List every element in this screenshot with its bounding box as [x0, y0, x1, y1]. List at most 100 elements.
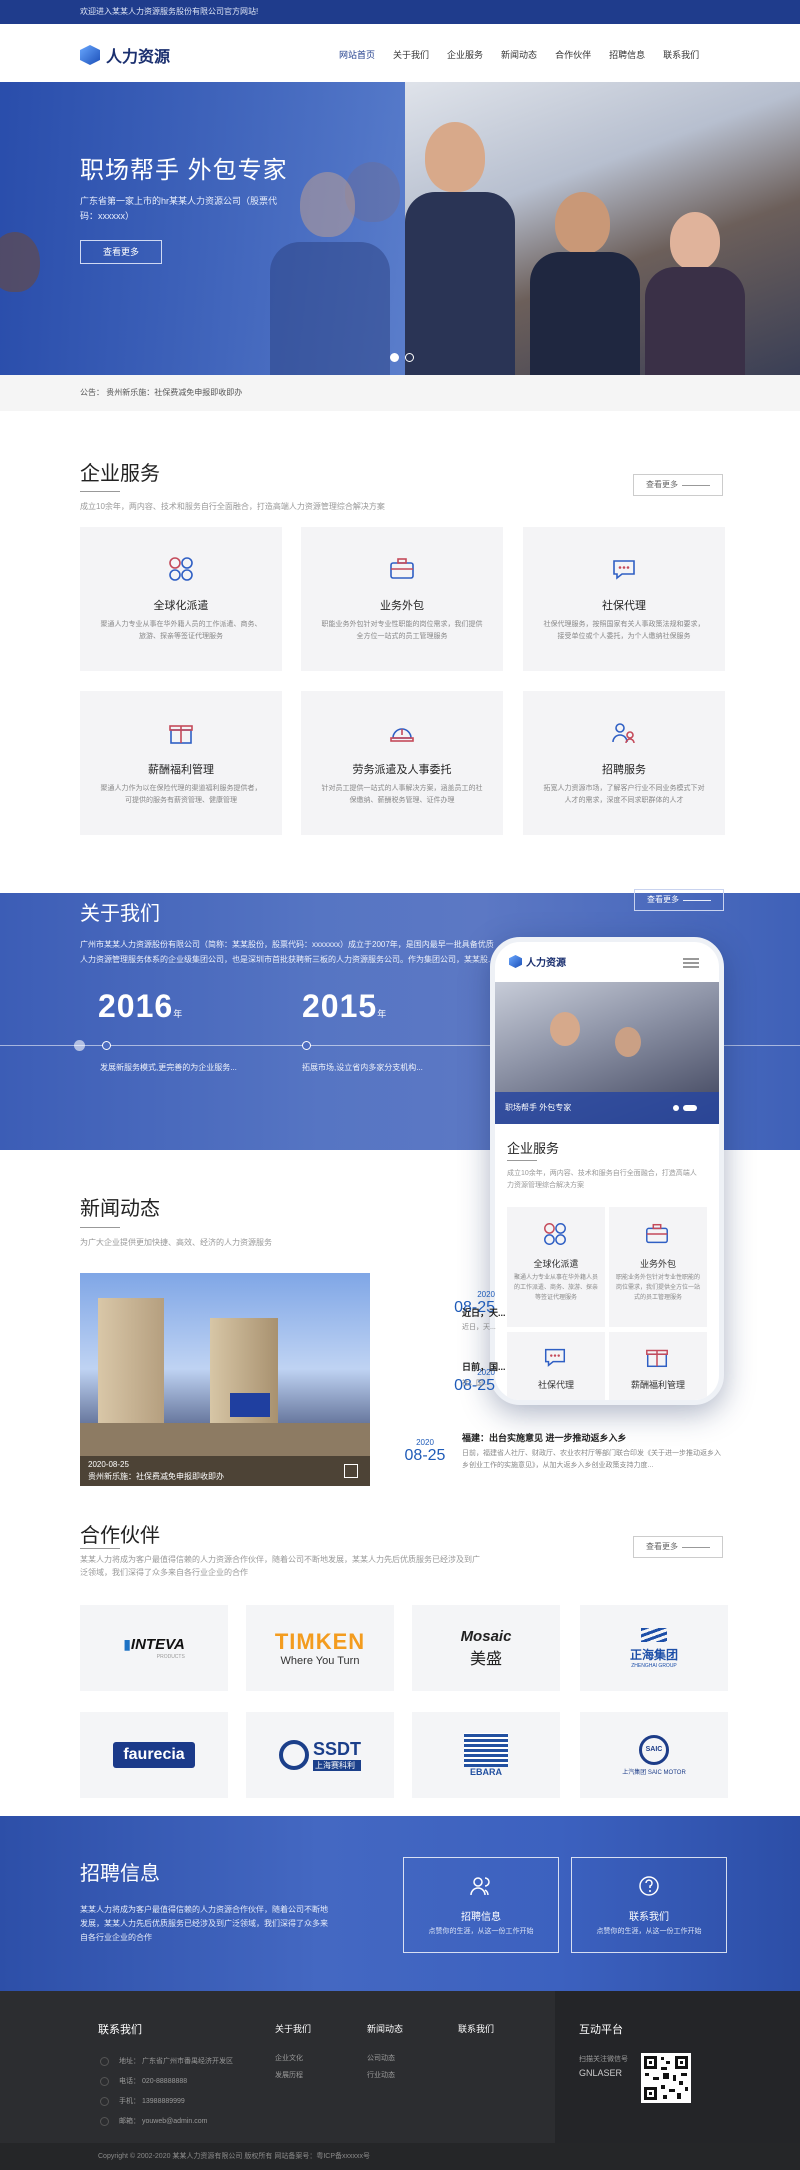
carousel-dot-1[interactable]	[673, 1105, 679, 1111]
notice-label: 公告：	[80, 388, 104, 397]
recruit-title: 招聘信息	[80, 1863, 160, 1885]
nav-services[interactable]: 企业服务	[438, 42, 492, 68]
news-item-desc: 社，国...	[462, 1380, 489, 1387]
timeline-dot[interactable]	[302, 1041, 311, 1050]
service-card[interactable]: 业务外包 职能业务外包针对专业性职能的岗位需求，我们提供全方位一站式的员工管理服…	[301, 527, 503, 671]
recruit-info-box[interactable]: 招聘信息 点赞你的生涯，从这一份工作开始	[403, 1857, 559, 1953]
phone-menu-icon[interactable]	[683, 958, 699, 968]
carousel-dot-2[interactable]	[405, 353, 414, 362]
hero-person-suit	[645, 267, 745, 375]
news-item[interactable]: 2020 08-25	[395, 1438, 455, 1465]
service-desc: 职能业务外包针对专业性职能的岗位需求，我们提供全方位一站式的员工管理服务	[321, 621, 483, 640]
timeline-prev-arrow-icon[interactable]	[74, 1040, 85, 1051]
main-nav: 网站首页 关于我们 企业服务 新闻动态 合作伙伴 招聘信息 联系我们	[330, 42, 708, 84]
users-icon	[470, 1877, 490, 1896]
notice-bar: 公告： 贵州新乐施：社保费减免申报即收即办	[0, 375, 800, 411]
service-name: 劳务派遣及人事委托	[352, 764, 452, 776]
nav-news[interactable]: 新闻动态	[492, 42, 546, 68]
service-name: 社保代理	[602, 600, 646, 612]
email-icon	[100, 2116, 109, 2126]
partner-logo-ebara[interactable]: EBARA	[412, 1712, 560, 1798]
footer-contact-list: 地址： 广东省广州市番禺经济开发区 电话： 020-88888888 手机： 1398…	[100, 2051, 233, 2131]
service-desc: 社保代理服务，按照国家有关人事政策法规和要求，接受单位或个人委托，为个人缴纳社保…	[543, 621, 705, 640]
partner-logo-inteva[interactable]: ▮INTEVA PRODUCTS	[80, 1605, 228, 1691]
footer-link[interactable]: 行业动态	[367, 2070, 395, 2080]
footer-link[interactable]: 企业文化	[275, 2053, 303, 2063]
site-logo[interactable]: 人力资源	[80, 44, 170, 66]
partner-logo-mosaic[interactable]: Mosaic 美盛	[412, 1605, 560, 1691]
news-item-title[interactable]: 日前，国...	[462, 1360, 506, 1373]
footer-col-title[interactable]: 关于我们	[275, 2022, 311, 2035]
service-card[interactable]: 薪酬福利管理 聚通人力作为以在保险代理的渠道福利服务提供者，可提供的服务有薪资管…	[80, 691, 282, 835]
phone-service-card[interactable]: 薪酬福利管理	[609, 1332, 707, 1400]
nav-about[interactable]: 关于我们	[384, 42, 438, 68]
footer-contact-row: 邮箱： youweb@admin.com	[100, 2111, 233, 2131]
phone-section-title: 企业服务	[507, 1141, 560, 1156]
hero-carousel-dots	[390, 353, 414, 362]
footer-link[interactable]: 发展历程	[275, 2070, 303, 2080]
phone-banner-caption: 职场帮手 外包专家	[505, 1103, 572, 1112]
footer-link[interactable]: 公司动态	[367, 2053, 395, 2063]
phone-service-card[interactable]: 全球化派遣 聚通人力专业从事在华外籍人员的工作派遣、商务、旅游、探亲等签证代理服…	[507, 1207, 605, 1327]
chat-bubble-icon	[544, 1348, 566, 1367]
footer-contact-title: 联系我们	[98, 2024, 142, 2036]
nav-recruit[interactable]: 招聘信息	[600, 42, 654, 68]
news-image-caption: 2020-08-25 贵州新乐施：社保费减免申报即收即办	[80, 1456, 370, 1486]
help-circle-icon	[639, 1876, 659, 1896]
services-more-button[interactable]: 查看更多	[633, 474, 723, 496]
recruit-contact-box[interactable]: 联系我们 点赞你的生涯，从这一份工作开始	[571, 1857, 727, 1953]
partners-more-button[interactable]: 查看更多	[633, 1536, 723, 1558]
notice-link[interactable]: 贵州新乐施：社保费减免申报即收即办	[106, 388, 242, 397]
gift-icon	[169, 725, 193, 744]
service-card[interactable]: 劳务派遣及人事委托 针对员工提供一站式的人事解决方案，涵盖员工的社保缴纳、薪酬税…	[301, 691, 503, 835]
top-welcome-bar: 欢迎进入某某人力资源服务股份有限公司官方网站!	[0, 0, 800, 24]
footer-col-title[interactable]: 联系我们	[458, 2022, 494, 2035]
phone-service-card[interactable]: 社保代理	[507, 1332, 605, 1400]
news-arrow-icon[interactable]	[344, 1464, 358, 1478]
service-card[interactable]: 招聘服务 拓宽人力资源市场，了解客户行业不同业务模式下对人才的需求，深度不同求职…	[523, 691, 725, 835]
hero-person-face	[555, 192, 610, 254]
nav-partners[interactable]: 合作伙伴	[546, 42, 600, 68]
about-title: 关于我们	[80, 903, 160, 925]
about-more-button[interactable]: 查看更多	[634, 889, 724, 911]
services-desc: 成立10余年，两内容、技术和服务自行全面融合，打造高端人力资源管理综合解决方案	[80, 502, 385, 511]
service-desc: 聚通人力作为以在保险代理的渠道福利服务提供者，可提供的服务有薪资管理、健康管理	[100, 785, 262, 804]
service-card[interactable]: 全球化派遣 聚通人力专业从事在华外籍人员的工作派遣、商务、旅游、探亲等签证代理服…	[80, 527, 282, 671]
partner-logo-zhenghai[interactable]: 正海集团 ZHENGHAI GROUP	[580, 1605, 728, 1691]
hero-person-face	[615, 1027, 641, 1057]
service-desc: 聚通人力专业从事在华外籍人员的工作派遣、商务、旅游、探亲等签证代理服务	[100, 621, 262, 640]
partner-logo-faurecia[interactable]: faurecia	[80, 1712, 228, 1798]
timeline-dot[interactable]	[102, 1041, 111, 1050]
ebara-mark-icon	[464, 1733, 508, 1767]
partner-logo-timken[interactable]: TIMKEN Where You Turn	[246, 1605, 394, 1691]
news-item-title[interactable]: 福建：出台实施意见 进一步推动返乡入乡	[462, 1431, 627, 1444]
qr-code-icon	[641, 2053, 691, 2103]
phone-logo-text: 人力资源	[526, 958, 566, 969]
hero-person-suit	[270, 242, 390, 375]
phone-card-desc: 职能业务外包针对专业性职能的岗位需求，我们提供全方位一站式的员工管理服务	[615, 1275, 700, 1301]
zhenghai-mark-icon	[640, 1627, 667, 1642]
footer-col-title[interactable]: 新闻动态	[367, 2022, 403, 2035]
carousel-dot-1[interactable]	[390, 353, 399, 362]
chat-bubble-icon	[613, 560, 635, 580]
phone-service-card[interactable]: 业务外包 职能业务外包针对专业性职能的岗位需求，我们提供全方位一站式的员工管理服…	[609, 1207, 707, 1327]
logo-cube-icon	[80, 45, 100, 65]
footer-platform-title: 互动平台	[579, 2024, 623, 2036]
inteva-mark-icon: ▮	[123, 1636, 131, 1652]
news-item-title[interactable]: 近日，天...	[462, 1306, 506, 1319]
services-divider	[80, 491, 120, 492]
partner-logo-saic[interactable]: SAIC 上汽集团 SAIC MOTOR	[580, 1712, 728, 1798]
helmet-icon	[390, 728, 414, 742]
partner-logo-ssdt[interactable]: SSDT 上海赛科利	[246, 1712, 394, 1798]
hero-more-button[interactable]: 查看更多	[80, 240, 162, 264]
timeline-text: 发展新服务模式,更完善的为企业服务...	[100, 1063, 237, 1072]
hero-subtitle: 广东省第一家上市的hr某某人力资源公司（股票代码：xxxxxx）	[80, 196, 278, 221]
news-featured-image[interactable]: 2020-08-25 贵州新乐施：社保费减免申报即收即办	[80, 1273, 370, 1486]
carousel-dot-2[interactable]	[683, 1105, 697, 1111]
briefcase-icon	[390, 558, 414, 579]
nav-contact[interactable]: 联系我们	[654, 42, 708, 68]
footer-contact-row: 电话： 020-88888888	[100, 2071, 233, 2091]
service-name: 业务外包	[380, 600, 424, 612]
nav-home[interactable]: 网站首页	[330, 42, 384, 84]
service-card[interactable]: 社保代理 社保代理服务，按照国家有关人事政策法规和要求，接受单位或个人委托，为个…	[523, 527, 725, 671]
